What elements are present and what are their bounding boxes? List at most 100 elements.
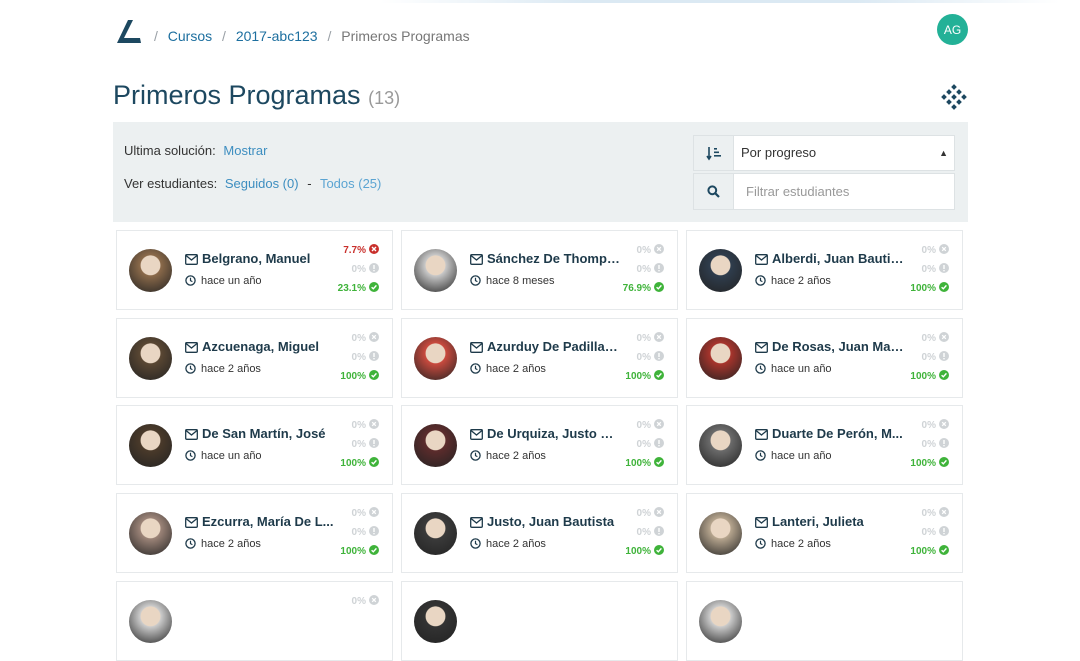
student-card[interactable] [686,581,963,661]
pending-icon [654,438,664,448]
student-name[interactable]: De Rosas, Juan Man... [755,339,905,354]
progress-stat: 0% [637,332,664,344]
student-card[interactable]: Justo, Juan Bautista hace 2 años 0% 0% 100% [401,493,678,573]
page-title-text: Primeros Programas [113,80,361,110]
progress-stat: 0% [352,595,379,607]
student-card[interactable]: Alberdi, Juan Bautista hace 2 años 0% 0% 100… [686,230,963,310]
passed-icon [654,370,664,380]
progress-stat: 0% [922,507,949,519]
student-card[interactable]: Duarte De Perón, M... hace un año 0% 0% 100% [686,405,963,485]
show-last-solution-link[interactable]: Mostrar [223,143,267,158]
progress-value: 0% [636,527,651,538]
progress-value: 0% [921,420,936,431]
last-activity: hace 2 años [755,275,831,287]
student-name-text: Justo, Juan Bautista [487,514,615,529]
last-solution-row: Ultima solución: Mostrar [124,143,267,158]
sort-select[interactable]: Por progreso ▲▼ [733,135,955,192]
student-card[interactable]: Belgrano, Manuel hace un año 7.7% 0% 23.1% [116,230,393,310]
passed-icon [939,370,949,380]
student-card[interactable]: De Urquiza, Justo Jo... hace 2 años 0% 0% 10… [401,405,678,485]
pending-icon [369,351,379,361]
student-photo [414,249,457,292]
progress-value: 0% [636,420,651,431]
last-activity: hace 8 meses [470,275,554,287]
progress-value: 0% [636,333,651,344]
sort-button[interactable] [693,135,733,171]
student-name[interactable]: Alberdi, Juan Bautista [755,251,905,266]
user-initials: AG [943,22,962,37]
no-solution-icon [939,507,949,517]
search-students-input[interactable] [733,173,955,210]
clock-icon [185,450,196,461]
pending-icon [939,438,949,448]
progress-stat: 0% [352,351,379,363]
student-photo [414,512,457,555]
pending-icon [939,351,949,361]
all-students-link[interactable]: Todos (25) [320,176,381,191]
student-name-text: Azcuenaga, Miguel [202,339,320,354]
progress-value: 100% [910,371,936,382]
envelope-icon [470,517,483,528]
student-card[interactable]: De San Martín, José hace un año 0% 0% 100% [116,405,393,485]
student-card[interactable]: De Rosas, Juan Man... hace un año 0% 0% 100% [686,318,963,398]
student-card[interactable]: Sánchez De Thomps... hace 8 meses 0% 0% 76.9… [401,230,678,310]
student-name[interactable]: Azurduy De Padilla, ... [470,339,620,354]
pending-icon [654,351,664,361]
envelope-icon [470,429,483,440]
passed-icon [369,370,379,380]
progress-stat: 100% [625,370,664,382]
envelope-icon [755,429,768,440]
grid-view-icon[interactable] [941,84,967,110]
progress-value: 0% [921,508,936,519]
student-photo [129,512,172,555]
progress-stat: 0% [637,263,664,275]
followed-students-link[interactable]: Seguidos (0) [225,176,299,191]
passed-icon [939,545,949,555]
breadcrumb-separator: / [327,28,332,44]
no-solution-icon [654,419,664,429]
breadcrumb-course-link[interactable]: 2017-abc123 [236,28,318,44]
student-name[interactable]: Lanteri, Julieta [755,514,905,529]
student-card[interactable]: Azurduy De Padilla, ... hace 2 años 0% 0% 10… [401,318,678,398]
student-name[interactable]: De San Martín, José [185,426,335,441]
student-card[interactable] [401,581,678,661]
last-activity-text: hace 2 años [201,538,261,550]
progress-stat: 0% [922,263,949,275]
progress-stat: 100% [625,457,664,469]
clock-icon [470,275,481,286]
progress-stat: 0% [352,507,379,519]
clock-icon [185,538,196,549]
student-name[interactable]: Azcuenaga, Miguel [185,339,335,354]
student-card[interactable]: Azcuenaga, Miguel hace 2 años 0% 0% 100% [116,318,393,398]
app-logo-icon[interactable] [114,17,144,45]
student-name[interactable]: De Urquiza, Justo Jo... [470,426,620,441]
progress-stat: 0% [922,526,949,538]
last-activity-text: hace 2 años [201,363,261,375]
student-name[interactable]: Justo, Juan Bautista [470,514,620,529]
student-name[interactable]: Belgrano, Manuel [185,251,335,266]
progress-stat: 100% [910,282,949,294]
last-activity: hace un año [755,450,832,462]
envelope-icon [185,342,198,353]
clock-icon [755,275,766,286]
progress-stat: 100% [340,457,379,469]
student-photo [129,337,172,380]
progress-stat: 0% [922,419,949,431]
student-card[interactable]: Lanteri, Julieta hace 2 años 0% 0% 100% [686,493,963,573]
no-solution-icon [654,507,664,517]
student-name[interactable]: Sánchez De Thomps... [470,251,620,266]
student-card[interactable]: Ezcurra, María De L... hace 2 años 0% 0% 100… [116,493,393,573]
progress-value: 0% [636,439,651,450]
progress-value: 0% [636,264,651,275]
student-name[interactable]: Ezcurra, María De L... [185,514,335,529]
envelope-icon [470,254,483,265]
search-button[interactable] [693,173,733,210]
student-name[interactable]: Duarte De Perón, M... [755,426,905,441]
user-avatar[interactable]: AG [937,14,968,45]
last-activity: hace 2 años [470,363,546,375]
breadcrumb-courses-link[interactable]: Cursos [168,28,212,44]
progress-stat: 0% [922,332,949,344]
student-name-text: De Rosas, Juan Man... [772,339,905,354]
student-card[interactable]: 0% [116,581,393,661]
progress-value: 0% [351,352,366,363]
